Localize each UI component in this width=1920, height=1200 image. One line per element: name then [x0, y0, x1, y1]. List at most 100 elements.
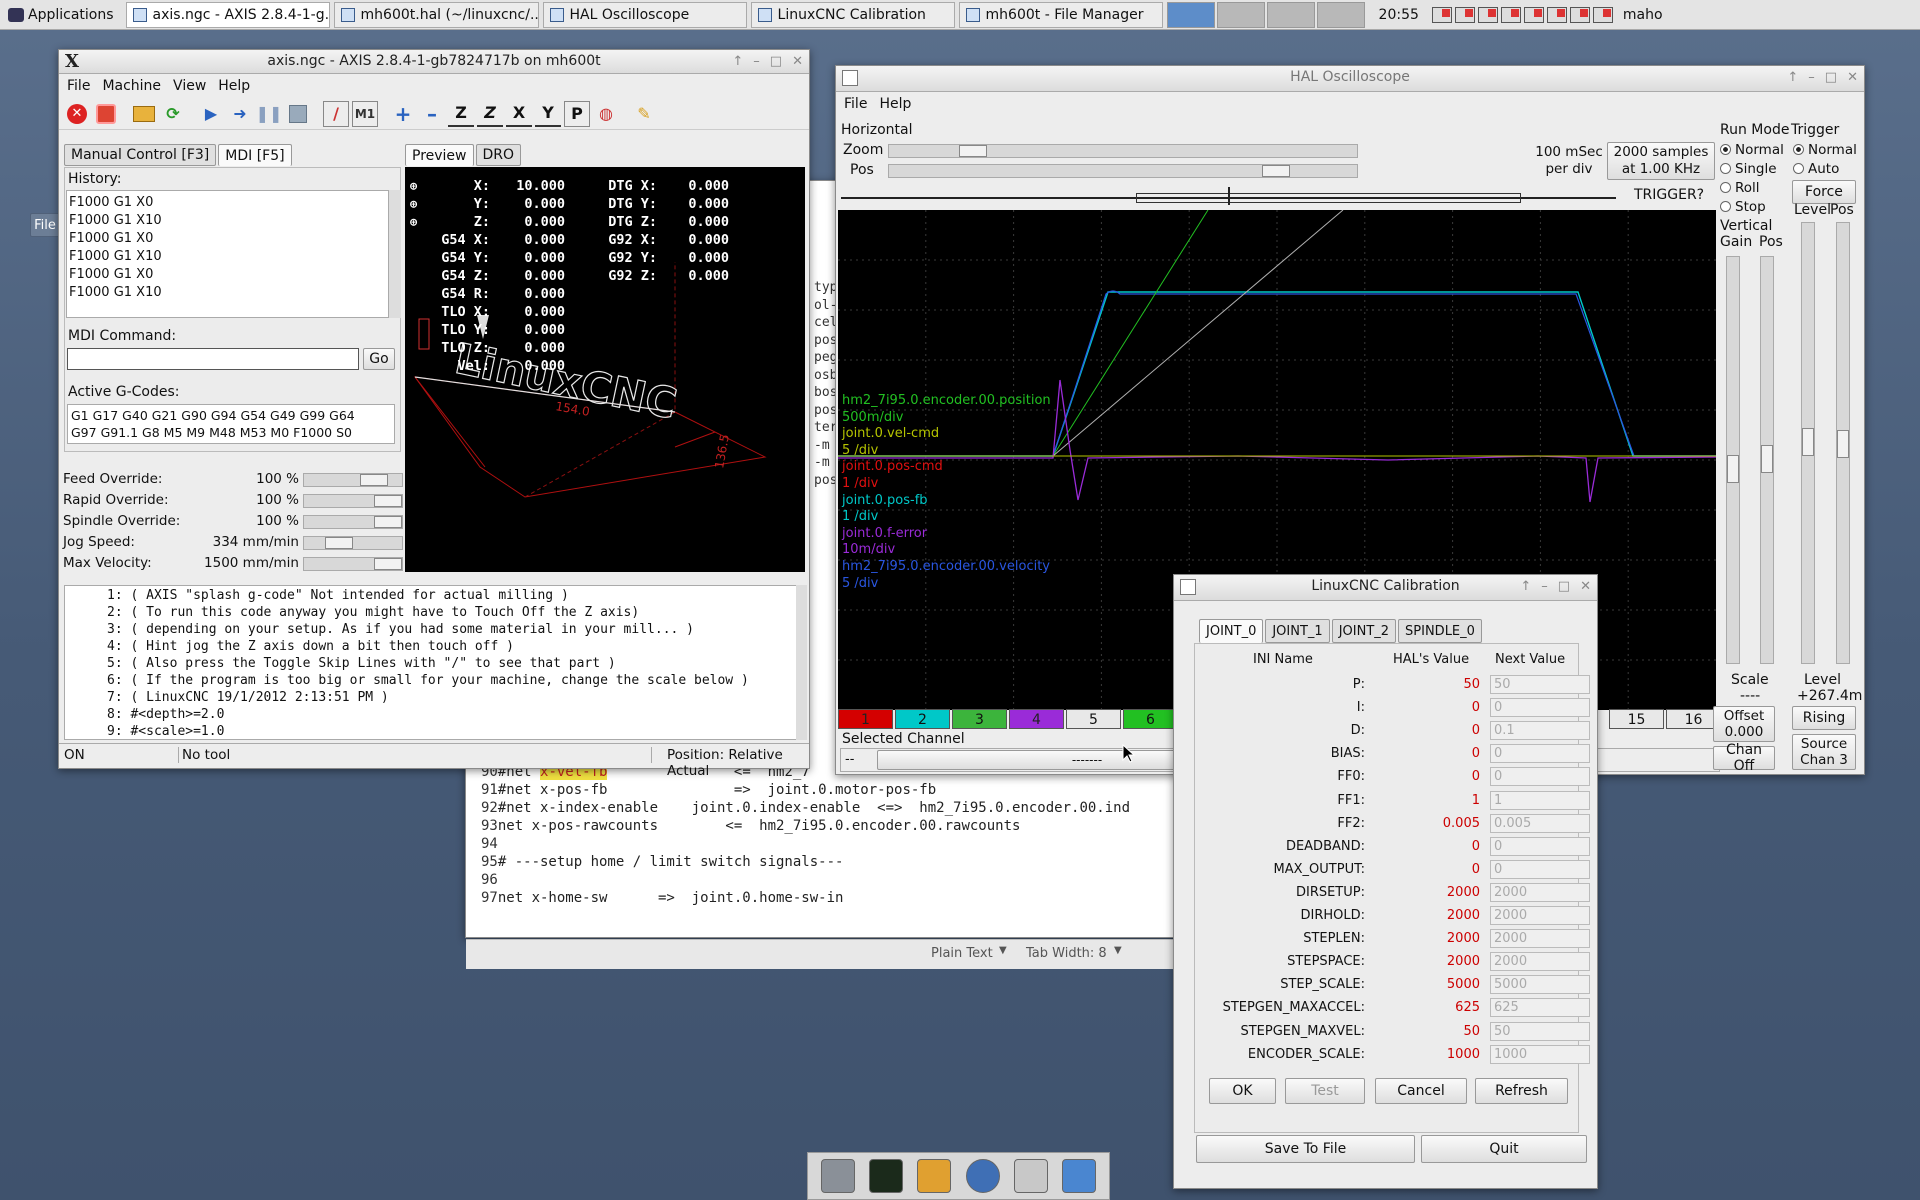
stop-icon[interactable] — [285, 101, 311, 127]
editor-line[interactable]: 94 — [481, 835, 1130, 853]
scope-menu-file[interactable]: File — [838, 96, 873, 112]
next-value-field[interactable]: 0.1 — [1490, 721, 1590, 741]
tray-icon-3[interactable] — [1500, 6, 1521, 23]
next-value-field[interactable]: 0 — [1490, 767, 1590, 787]
code-line[interactable]: 8: #<depth>=2.0 — [65, 706, 799, 723]
override-slider[interactable] — [303, 473, 403, 487]
pause-icon[interactable]: ❚❚ — [256, 101, 283, 127]
next-value-field[interactable]: 0 — [1490, 859, 1590, 879]
view-y-icon[interactable]: Y — [535, 101, 561, 127]
scope-menu-help[interactable]: Help — [873, 96, 917, 112]
zoom-slider[interactable] — [888, 144, 1358, 158]
scope-maximize-icon[interactable]: □ — [1825, 70, 1837, 85]
user-name[interactable]: maho — [1623, 7, 1663, 23]
code-line[interactable]: 7: ( LinuxCNC 19/1/2012 2:13:51 PM ) — [65, 689, 799, 706]
next-value-field[interactable]: 2000 — [1490, 906, 1590, 925]
tray-icon-1[interactable] — [1454, 6, 1475, 23]
next-value-field[interactable]: 5000 — [1490, 975, 1590, 995]
quit-button[interactable]: Quit — [1421, 1135, 1587, 1163]
zoom-in-icon[interactable]: + — [390, 101, 416, 127]
scope-titlebar[interactable]: HAL Oscilloscope ↑ – □ ✕ — [836, 66, 1864, 92]
workspace-1[interactable] — [1166, 1, 1215, 28]
view-x-icon[interactable]: X — [506, 101, 532, 127]
gain-slider[interactable] — [1726, 256, 1740, 664]
tray-icon-2[interactable] — [1477, 6, 1498, 23]
taskbar-task-4[interactable]: LinuxCNC Calibration — [750, 1, 955, 28]
code-line[interactable]: 6: ( If the program is too big or small … — [65, 672, 799, 689]
next-value-field[interactable]: 2000 — [1490, 882, 1590, 902]
menu-help[interactable]: Help — [212, 78, 256, 94]
gcode-listing[interactable]: 1: ( AXIS "splash g-code" Not intended f… — [64, 585, 800, 740]
rising-button[interactable]: Rising — [1792, 706, 1856, 730]
cal-close-icon[interactable]: ✕ — [1580, 579, 1591, 594]
trigger-mode-normal-radio[interactable]: Normal — [1793, 140, 1857, 159]
channel-4-button[interactable]: 4 — [1009, 709, 1064, 729]
next-value-field[interactable]: 50 — [1490, 675, 1590, 694]
code-line[interactable]: 5: ( Also press the Toggle Skip Lines wi… — [65, 655, 799, 672]
tray-icon-4[interactable] — [1523, 6, 1544, 23]
estop-button[interactable]: ✕ — [64, 101, 90, 127]
tab-dro[interactable]: DRO — [475, 144, 522, 166]
language-selector[interactable]: Plain Text — [931, 946, 993, 961]
desktop-icon-file[interactable]: File — [30, 213, 60, 237]
override-slider[interactable] — [303, 494, 403, 508]
close-icon[interactable]: ✕ — [792, 54, 803, 69]
shade-icon[interactable]: ↑ — [732, 54, 743, 69]
maximize-icon[interactable]: □ — [770, 54, 782, 69]
taskbar-task-3[interactable]: HAL Oscilloscope — [542, 1, 747, 28]
workspace-4[interactable] — [1316, 1, 1365, 28]
reload-icon[interactable]: ⟳ — [160, 101, 186, 127]
editor-line[interactable]: 91#net x-pos-fb => joint.0.motor-pos-fb — [481, 781, 1130, 799]
view-z2-icon[interactable]: Z — [477, 101, 503, 127]
tray-icon-7[interactable] — [1592, 6, 1613, 23]
samples-display[interactable]: 2000 samples at 1.00 KHz — [1607, 142, 1715, 180]
file-archive-icon[interactable] — [917, 1159, 952, 1193]
touch-off-icon[interactable]: M1 — [352, 100, 378, 127]
run-mode-normal-radio[interactable]: Normal — [1720, 140, 1784, 159]
run-mode-single-radio[interactable]: Single — [1720, 159, 1784, 178]
scope-shade-icon[interactable]: ↑ — [1787, 70, 1798, 85]
view-z-icon[interactable]: Z — [448, 101, 474, 127]
history-item[interactable]: F1000 G1 X10 — [69, 284, 386, 302]
history-item[interactable]: F1000 G1 X0 — [69, 194, 386, 212]
cal-shade-icon[interactable]: ↑ — [1520, 579, 1531, 594]
override-slider[interactable] — [303, 515, 403, 529]
scope-close-icon[interactable]: ✕ — [1847, 70, 1858, 85]
history-item[interactable]: F1000 G1 X10 — [69, 248, 386, 266]
override-slider[interactable] — [303, 557, 403, 571]
tab-preview[interactable]: Preview — [405, 144, 474, 166]
rotate-view-icon[interactable]: ◍ — [593, 101, 619, 127]
menu-file[interactable]: File — [61, 78, 96, 94]
workspace-2[interactable] — [1216, 1, 1265, 28]
taskbar-task-1[interactable]: axis.ngc - AXIS 2.8.4-1-g... — [125, 1, 330, 28]
history-item[interactable]: F1000 G1 X0 — [69, 230, 386, 248]
tab-manual-control[interactable]: Manual Control [F3] — [64, 144, 217, 166]
history-item[interactable]: F1000 G1 X10 — [69, 212, 386, 230]
channel-6-button[interactable]: 6 — [1123, 709, 1178, 729]
clear-plot-icon[interactable]: ✎ — [631, 101, 657, 127]
tab-width-selector[interactable]: Tab Width: 8 — [1026, 946, 1107, 961]
code-line[interactable]: 1: ( AXIS "splash g-code" Not intended f… — [65, 587, 799, 604]
history-item[interactable]: F1000 G1 X0 — [69, 266, 386, 284]
history-list[interactable]: F1000 G1 X0 F1000 G1 X10 F1000 G1 X0 F1000 … — [66, 190, 389, 318]
vertical-pos-slider[interactable] — [1760, 256, 1774, 664]
channel-15-button[interactable]: 15 — [1609, 709, 1664, 729]
history-scrollbar[interactable] — [389, 190, 401, 318]
menu-machine[interactable]: Machine — [96, 78, 167, 94]
chan-off-button[interactable]: Chan Off — [1713, 742, 1775, 774]
gcode-scrollbar[interactable] — [796, 585, 807, 740]
offset-button[interactable]: Offset 0.000 — [1713, 706, 1775, 742]
editor-line[interactable]: 96 — [481, 871, 1130, 889]
web-browser-icon[interactable] — [965, 1159, 1000, 1193]
view-p-icon[interactable]: P — [564, 100, 590, 127]
save-to-file-button[interactable]: Save To File — [1196, 1135, 1415, 1163]
tab-mdi[interactable]: MDI [F5] — [218, 144, 292, 166]
applications-menu[interactable]: Applications — [0, 1, 122, 29]
ok-button[interactable]: OK — [1209, 1078, 1276, 1104]
zoom-out-icon[interactable]: – — [419, 101, 445, 127]
editor-line[interactable]: 92#net x-index-enable joint.0.index-enab… — [481, 799, 1130, 817]
workspace-3[interactable] — [1266, 1, 1315, 28]
folder-icon[interactable] — [1061, 1159, 1096, 1193]
channel-3-button[interactable]: 3 — [952, 709, 1007, 729]
tray-icon-6[interactable] — [1569, 6, 1590, 23]
